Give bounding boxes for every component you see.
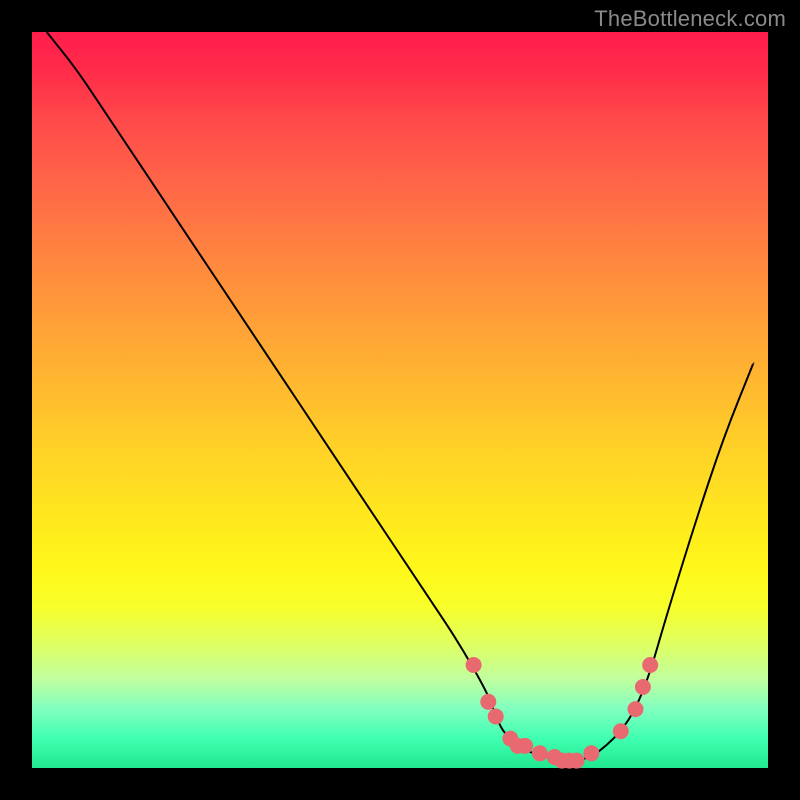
marker-dot [466, 657, 482, 673]
marker-group [466, 657, 659, 769]
chart-svg [32, 32, 768, 768]
marker-dot [583, 745, 599, 761]
marker-dot [569, 753, 585, 769]
watermark-text: TheBottleneck.com [594, 6, 786, 32]
plot-area [32, 32, 768, 768]
marker-dot [517, 738, 533, 754]
marker-dot [532, 745, 548, 761]
bottleneck-curve [47, 32, 754, 761]
marker-dot [488, 709, 504, 725]
marker-dot [613, 723, 629, 739]
marker-dot [628, 701, 644, 717]
marker-dot [480, 694, 496, 710]
marker-dot [642, 657, 658, 673]
marker-dot [635, 679, 651, 695]
chart-frame: TheBottleneck.com [0, 0, 800, 800]
